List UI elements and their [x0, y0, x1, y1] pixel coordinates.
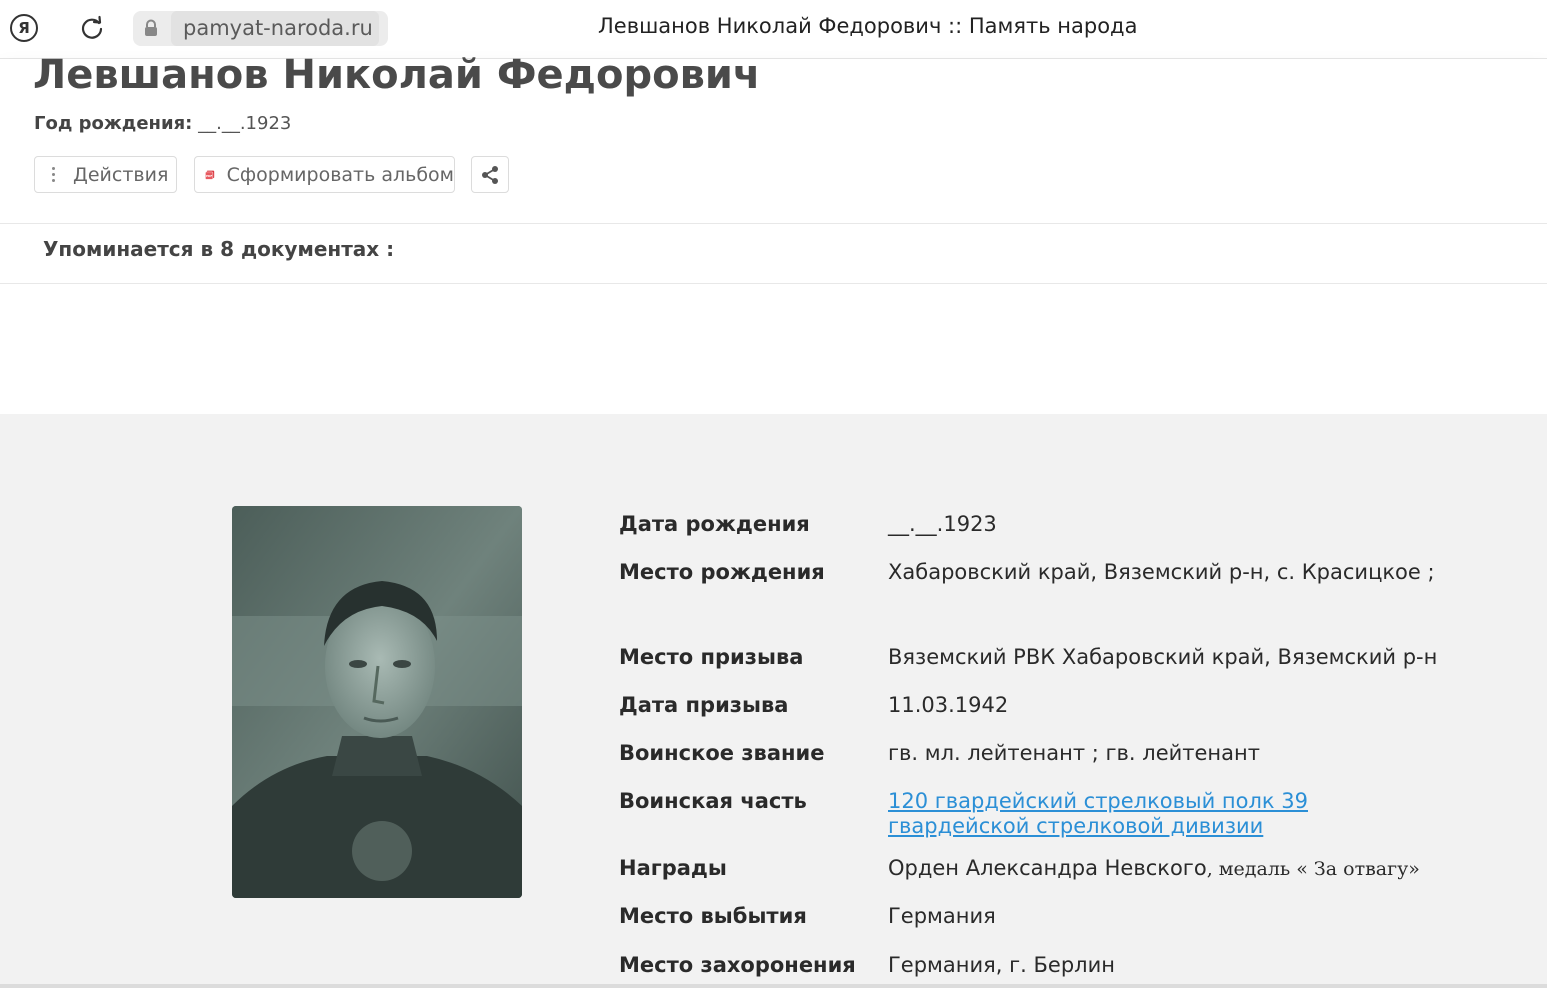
detail-label: Место захоронения [619, 953, 856, 977]
person-header: Левшанов Николай Федорович Год рождения:… [0, 52, 1547, 414]
detail-label: Дата призыва [619, 693, 789, 717]
page-tab-title: Левшанов Николай Федорович :: Память нар… [598, 14, 1138, 38]
detail-value: Германия, г. Берлин [888, 953, 1115, 977]
page-bottom-edge [0, 984, 1547, 988]
create-album-label: Сформировать альбом [226, 163, 454, 186]
portrait-image [232, 506, 522, 898]
detail-value: 11.03.1942 [888, 693, 1009, 717]
detail-value: __.__.1923 [888, 512, 997, 536]
award-order: Орден Александра Невского [888, 856, 1207, 880]
birth-year-line: Год рождения: __.__.1923 [34, 113, 291, 134]
page-title: Левшанов Николай Федорович [33, 52, 761, 98]
yandex-logo-icon: Я [18, 19, 30, 37]
svg-text:PDF: PDF [206, 173, 212, 177]
url-text[interactable]: pamyat-naroda.ru [171, 11, 379, 46]
address-bar[interactable]: pamyat-naroda.ru [133, 11, 388, 46]
actions-button[interactable]: Действия [34, 156, 177, 193]
detail-label: Воинское звание [619, 741, 825, 765]
share-icon [482, 165, 498, 184]
detail-value: Хабаровский край, Вяземский р-н, с. Крас… [888, 560, 1435, 584]
person-details-section: Дата рождения __.__.1923 Место рождения … [0, 414, 1547, 988]
share-button[interactable] [471, 156, 509, 193]
detail-value: Вяземский РВК Хабаровский край, Вяземски… [888, 645, 1438, 669]
detail-label: Место призыва [619, 645, 804, 669]
pdf-icon: PDF [205, 170, 215, 180]
create-album-button[interactable]: PDF Сформировать альбом [194, 156, 455, 193]
divider [0, 283, 1547, 284]
detail-label: Место рождения [619, 560, 825, 584]
vertical-dots-icon [51, 166, 55, 184]
detail-value: гв. мл. лейтенант ; гв. лейтенант [888, 741, 1260, 765]
yandex-logo-button[interactable]: Я [10, 14, 38, 42]
detail-label: Воинская часть [619, 789, 807, 813]
military-unit-value: 120 гвардейский стрелковый полк 39 гвард… [888, 789, 1448, 839]
detail-value: Германия [888, 904, 996, 928]
military-unit-link[interactable]: 120 гвардейский стрелковый полк 39 гвард… [888, 789, 1308, 838]
lock-icon [145, 19, 157, 36]
browser-toolbar: Я pamyat-naroda.ru Левшанов Николай Федо… [0, 0, 1547, 59]
birth-year-value: __.__.1923 [198, 113, 292, 134]
award-medal: , медаль « За отвагу» [1206, 858, 1420, 880]
documents-mention-count: Упоминается в 8 документах : [43, 237, 395, 261]
soldier-portrait-photo[interactable] [232, 506, 522, 898]
awards-value: Орден Александра Невского, медаль « За о… [888, 856, 1448, 882]
detail-label: Награды [619, 856, 727, 880]
divider [0, 223, 1547, 224]
detail-label: Место выбытия [619, 904, 807, 928]
actions-button-label: Действия [73, 163, 169, 186]
detail-label: Дата рождения [619, 512, 810, 536]
reload-icon[interactable] [78, 14, 106, 42]
birth-year-label: Год рождения: [34, 113, 193, 134]
